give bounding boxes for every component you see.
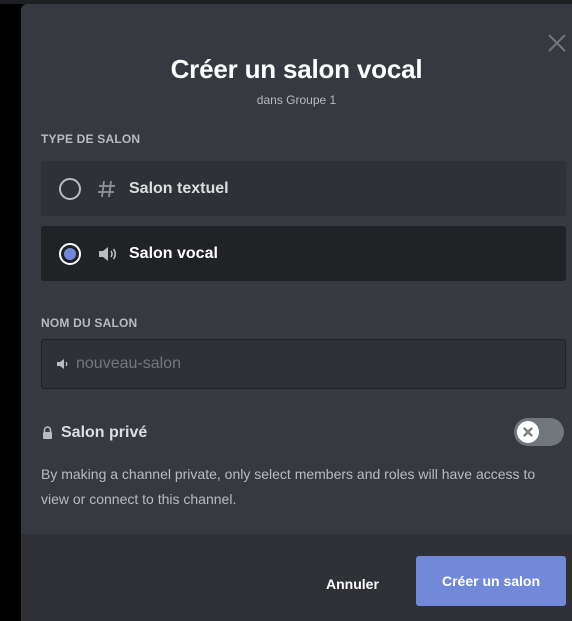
channel-type-text-option[interactable]: Salon textuel [41, 161, 566, 216]
channel-type-text-label: Salon textuel [129, 179, 229, 197]
channel-name-label: NOM DU SALON [41, 316, 138, 330]
x-icon [523, 427, 533, 437]
create-channel-modal: Créer un salon vocal dans Groupe 1 TYPE … [21, 4, 572, 621]
speaker-icon [56, 357, 70, 371]
private-channel-row: Salon privé [41, 421, 566, 445]
private-channel-description: By making a channel private, only select… [41, 466, 536, 507]
close-button[interactable] [544, 30, 570, 56]
radio-dot [64, 247, 76, 260]
toggle-knob [517, 421, 539, 443]
create-channel-button[interactable]: Créer un salon [416, 556, 566, 606]
lock-icon [41, 426, 55, 440]
modal-footer: Annuler Créer un salon [21, 534, 572, 621]
channel-type-label: TYPE DE SALON [41, 132, 141, 146]
speaker-icon [95, 242, 119, 266]
modal-subtitle: dans Groupe 1 [256, 93, 337, 107]
channel-name-input[interactable] [76, 355, 536, 373]
window-edge [0, 0, 14, 621]
channel-type-voice-option[interactable]: Salon vocal [41, 226, 566, 281]
private-channel-toggle[interactable] [514, 418, 564, 446]
channel-name-field[interactable] [41, 339, 566, 389]
private-channel-label: Salon privé [61, 424, 148, 441]
channel-type-voice-label: Salon vocal [129, 244, 218, 262]
close-icon [548, 34, 566, 52]
radio-text[interactable] [59, 177, 81, 200]
radio-voice[interactable] [59, 242, 81, 265]
modal-title: Créer un salon vocal [170, 54, 423, 84]
cancel-button[interactable]: Annuler [316, 570, 389, 598]
hash-icon [95, 177, 119, 201]
